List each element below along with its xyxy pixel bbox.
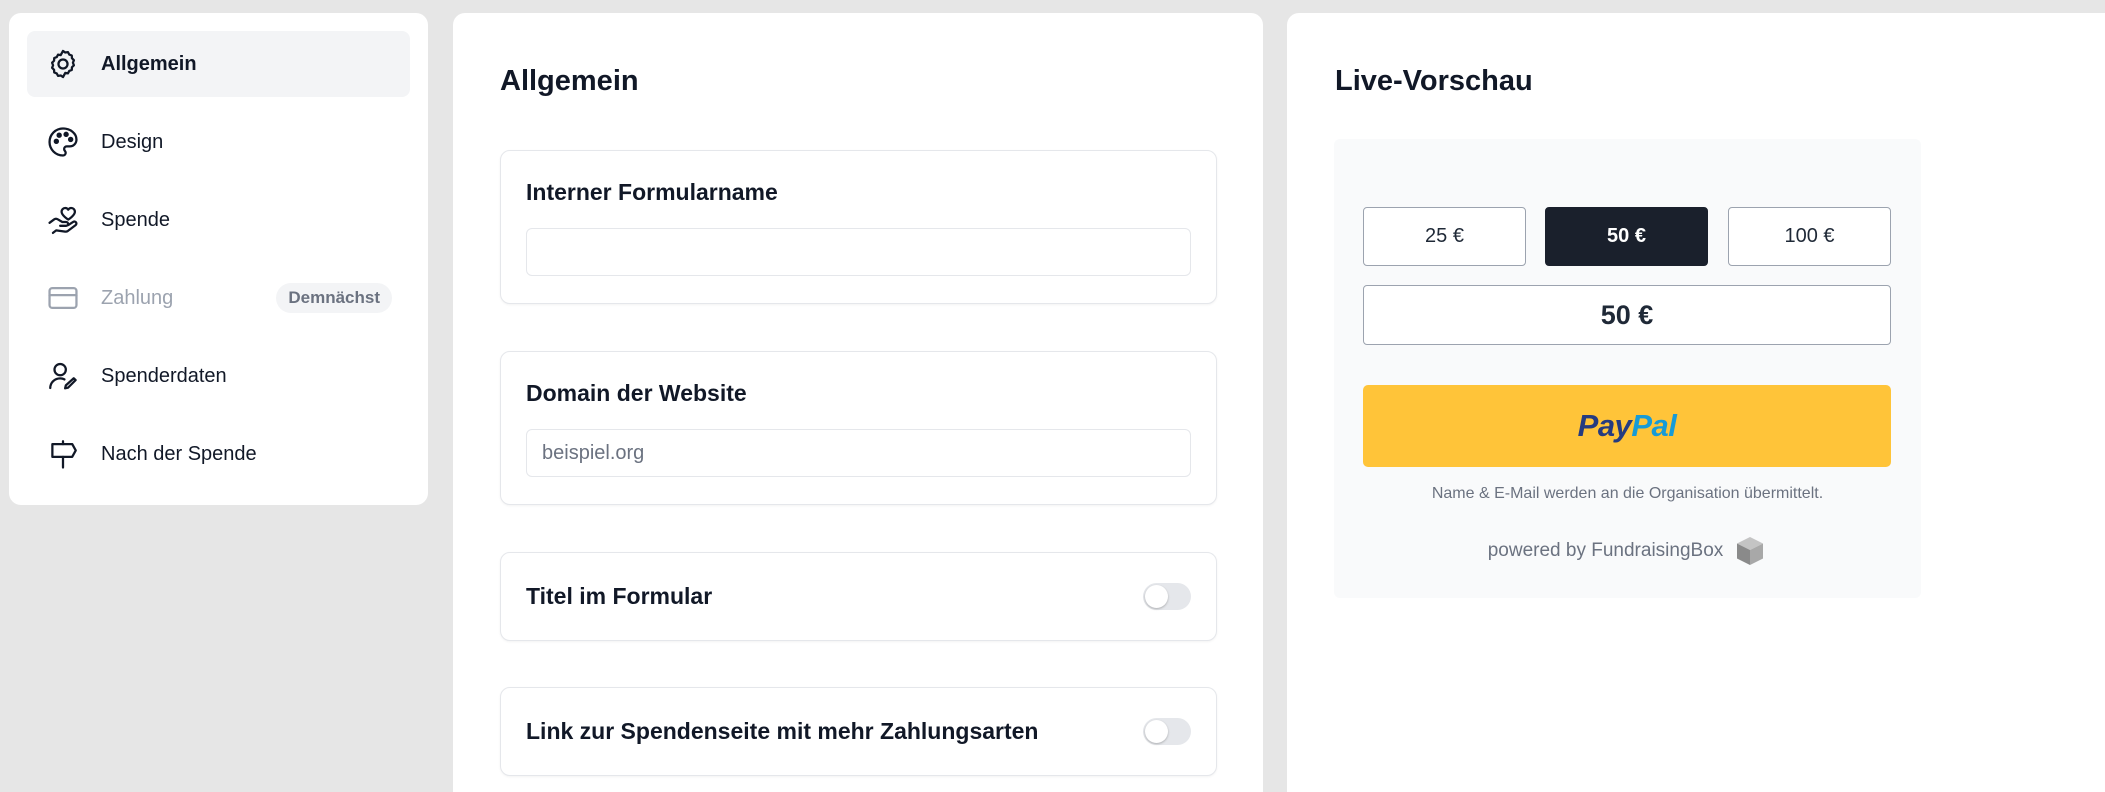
settings-panel: Allgemein Interner Formularname Domain d… xyxy=(453,13,1263,792)
form-name-label: Interner Formularname xyxy=(526,179,778,205)
form-name-card: Interner Formularname xyxy=(500,150,1217,304)
sidebar-item-allgemein[interactable]: Allgemein xyxy=(27,31,410,97)
credit-card-icon xyxy=(45,280,81,316)
signpost-icon xyxy=(45,436,81,472)
fundraisingbox-cube-icon xyxy=(1733,534,1767,568)
link-toggle-switch[interactable] xyxy=(1143,718,1191,745)
sidebar-item-nach-der-spende[interactable]: Nach der Spende xyxy=(27,421,410,487)
coming-soon-badge: Demnächst xyxy=(276,283,392,313)
donation-form-preview: 25 € 50 € 100 € 50 € PayPal Name & E-Mai… xyxy=(1334,139,1921,598)
user-edit-icon xyxy=(45,358,81,394)
link-toggle-card: Link zur Spendenseite mit mehr Zahlungsa… xyxy=(500,687,1217,776)
sidebar-item-design[interactable]: Design xyxy=(27,109,410,175)
paypal-button[interactable]: PayPal xyxy=(1363,385,1891,467)
amount-option-100[interactable]: 100 € xyxy=(1728,207,1891,266)
sidebar-item-label: Allgemein xyxy=(101,52,197,75)
live-preview-panel: Live-Vorschau 25 € 50 € 100 € 50 € PayPa… xyxy=(1287,13,2105,792)
custom-amount-field[interactable]: 50 € xyxy=(1363,285,1891,345)
palette-icon xyxy=(45,124,81,160)
amount-option-50[interactable]: 50 € xyxy=(1545,207,1708,266)
sidebar-item-label: Nach der Spende xyxy=(101,442,257,465)
powered-by-text: powered by FundraisingBox xyxy=(1487,540,1724,561)
form-name-input[interactable] xyxy=(526,228,1191,276)
privacy-notice: Name & E-Mail werden an die Organisation… xyxy=(1431,485,1824,502)
preview-title: Live-Vorschau xyxy=(1335,65,1533,97)
sidebar-item-zahlung: Zahlung Demnächst xyxy=(27,265,410,331)
sidebar-item-spenderdaten[interactable]: Spenderdaten xyxy=(27,343,410,409)
toggle-knob xyxy=(1145,720,1168,743)
gear-icon xyxy=(45,46,81,82)
domain-card: Domain der Website xyxy=(500,351,1217,505)
toggle-knob xyxy=(1145,585,1168,608)
link-toggle-label: Link zur Spendenseite mit mehr Zahlungsa… xyxy=(526,718,1039,744)
sidebar-item-label: Design xyxy=(101,130,164,153)
sidebar-item-label: Zahlung xyxy=(101,286,174,309)
settings-sidebar: Allgemein Design Spende Zahlung Demnächs… xyxy=(9,13,428,505)
page-title: Allgemein xyxy=(500,65,639,97)
sidebar-item-label: Spenderdaten xyxy=(101,364,227,387)
domain-input[interactable] xyxy=(526,429,1191,477)
powered-by-footer: powered by FundraisingBox xyxy=(1334,534,1921,568)
hand-heart-icon xyxy=(45,202,81,238)
sidebar-item-label: Spende xyxy=(101,208,170,231)
title-toggle-label: Titel im Formular xyxy=(526,583,713,609)
title-toggle-switch[interactable] xyxy=(1143,583,1191,610)
title-toggle-card: Titel im Formular xyxy=(500,552,1217,641)
paypal-logo: PayPal xyxy=(1577,408,1677,443)
sidebar-item-spende[interactable]: Spende xyxy=(27,187,410,253)
amount-option-25[interactable]: 25 € xyxy=(1363,207,1526,266)
domain-label: Domain der Website xyxy=(526,380,747,406)
